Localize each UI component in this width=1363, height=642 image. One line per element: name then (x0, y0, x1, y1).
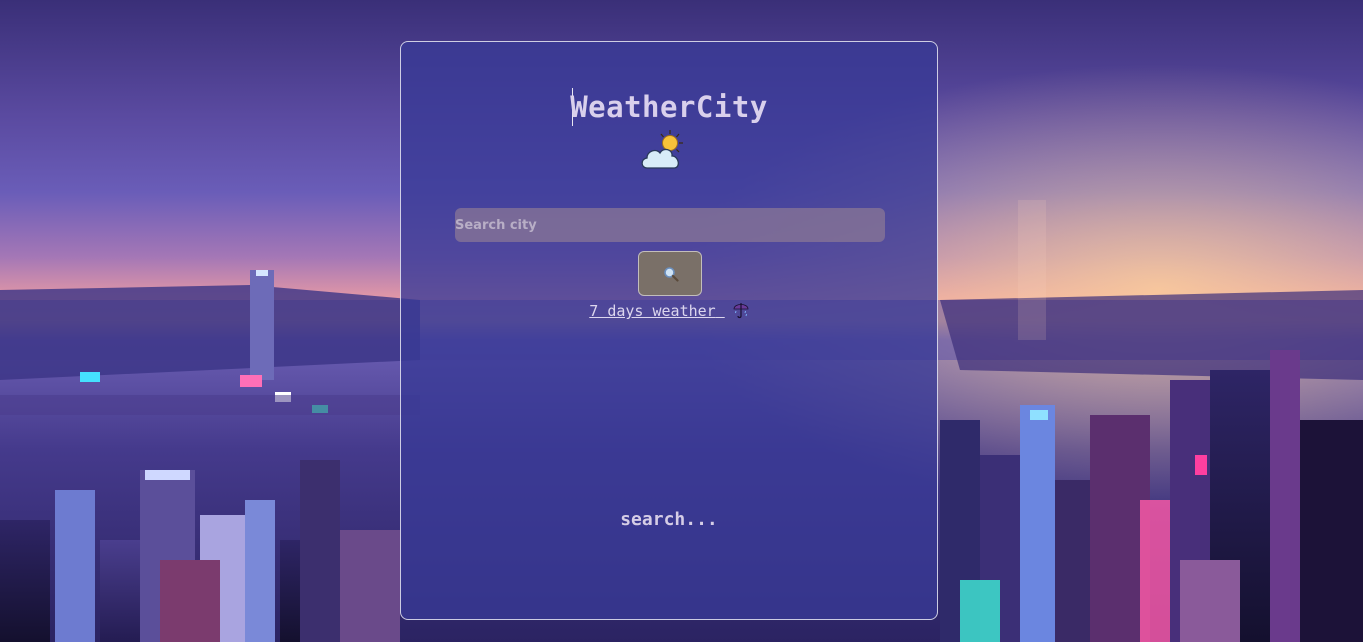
umbrella-icon (733, 303, 749, 319)
search-button[interactable] (638, 251, 702, 296)
weather-card: WeatherCity 7 days weather (400, 41, 938, 620)
seven-days-weather-link[interactable]: 7 days weather (401, 301, 937, 320)
seven-days-weather-label: 7 days weather (589, 302, 716, 320)
app-title: WeatherCity (570, 90, 768, 124)
search-status-text: search... (620, 509, 718, 530)
magnifier-icon (664, 267, 679, 282)
search-city-input[interactable] (455, 208, 885, 242)
sun-behind-cloud-icon (641, 130, 683, 169)
